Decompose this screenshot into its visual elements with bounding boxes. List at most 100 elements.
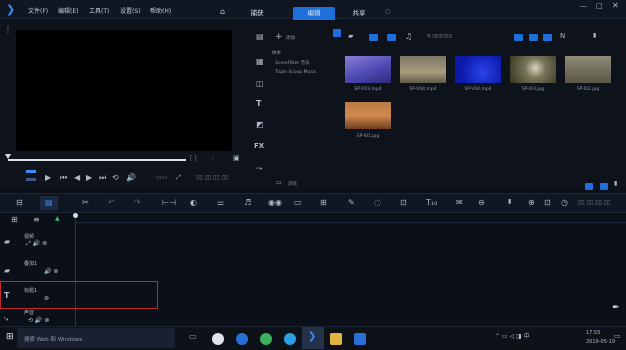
- title-track-mute-icon[interactable]: ⊗: [44, 296, 49, 302]
- menu-tools[interactable]: 工具(T): [89, 6, 109, 15]
- next-frame-icon[interactable]: ▶︎: [86, 174, 92, 182]
- show-photos-button[interactable]: [387, 34, 396, 41]
- time-remap-icon[interactable]: ◌: [374, 199, 381, 207]
- taskbar-date[interactable]: 2019-05-19: [586, 339, 615, 345]
- library-panel-toggle-2[interactable]: [600, 183, 608, 190]
- home-frame-icon[interactable]: ⏮: [60, 174, 67, 182]
- mark-in-icon[interactable]: [ ]: [190, 156, 197, 162]
- taskbar-search-placeholder[interactable]: 搜索 Web 和 Windows: [24, 335, 82, 343]
- subtitle-editor-icon[interactable]: ▭: [294, 199, 302, 207]
- snapshot-icon[interactable]: ▣: [233, 155, 240, 162]
- app-blue-icon[interactable]: [354, 333, 366, 345]
- file-explorer-icon[interactable]: [330, 333, 342, 345]
- project-clip-selector[interactable]: [26, 170, 36, 173]
- preview-window[interactable]: [16, 30, 232, 151]
- zoom-out-icon[interactable]: ⊖: [478, 199, 485, 207]
- lightbulb-icon[interactable]: ○: [385, 8, 390, 15]
- library-options-icon[interactable]: ▮: [593, 33, 596, 39]
- media-thumbnail[interactable]: [400, 56, 446, 83]
- video-track-mute-icon[interactable]: ⤢ 🔊 ⊗: [26, 241, 47, 247]
- tab-capture[interactable]: 捕获: [237, 7, 277, 20]
- home-icon[interactable]: ⌂: [220, 7, 225, 16]
- instant-project-icon[interactable]: ▦: [256, 58, 264, 66]
- menu-file[interactable]: 文件(F): [28, 6, 48, 15]
- import-media-icon[interactable]: ▰: [348, 33, 353, 40]
- sort-name-icon[interactable]: N: [560, 33, 565, 40]
- library-options-small-icon[interactable]: ▮: [614, 181, 617, 187]
- library-panel-toggle[interactable]: [585, 183, 593, 190]
- task-view-icon[interactable]: ▭: [189, 333, 197, 341]
- multi-camera-icon[interactable]: ⊞: [320, 199, 327, 207]
- add-folder-icon[interactable]: +: [275, 33, 283, 42]
- end-frame-icon[interactable]: ⏭: [99, 174, 106, 182]
- edge-icon[interactable]: [284, 333, 296, 345]
- browse-label[interactable]: 浏览: [288, 181, 297, 187]
- speed-icon[interactable]: T₁₀: [426, 199, 437, 207]
- split-icon[interactable]: ⋮: [210, 156, 216, 162]
- folder-item-samples[interactable]: 样本: [272, 50, 281, 56]
- tools-icon[interactable]: ✂: [82, 199, 89, 207]
- pen-icon[interactable]: ✒: [612, 304, 620, 313]
- system-tray-icons[interactable]: ⌃ ▭ ◁ ◨ 中: [495, 334, 530, 340]
- tab-share[interactable]: 共享: [343, 7, 375, 20]
- taskbar-time[interactable]: 17:55: [586, 330, 600, 336]
- auto-music-icon[interactable]: ♬: [244, 199, 251, 207]
- path-icon[interactable]: ⤳: [256, 165, 262, 173]
- add-label[interactable]: 添加: [286, 35, 295, 41]
- timeline-ruler[interactable]: [75, 213, 626, 223]
- media-library-icon[interactable]: ▤: [256, 33, 264, 41]
- menu-settings[interactable]: 设置(S): [120, 6, 141, 15]
- media-thumbnail[interactable]: [455, 56, 501, 83]
- list-view-button[interactable]: [514, 34, 523, 41]
- fx-icon[interactable]: FX: [254, 143, 264, 150]
- close-icon[interactable]: ✕: [612, 1, 619, 10]
- pan-zoom-icon[interactable]: ⊡: [400, 199, 407, 207]
- browse-icon[interactable]: ▭: [276, 180, 282, 186]
- voice-track-mute-icon[interactable]: ⟲ 🔊 ⊗: [28, 318, 49, 324]
- start-icon[interactable]: ⊞: [6, 333, 14, 342]
- large-thumb-button[interactable]: [543, 34, 552, 41]
- timecode-display[interactable]: ▯▯ ▯▯ ▯▯ ▯▯: [196, 175, 228, 181]
- ripple-edit-icon[interactable]: ▲: [55, 216, 60, 222]
- enlarge-icon[interactable]: ⤢: [176, 175, 181, 181]
- replace-mode-icon[interactable]: ✉: [456, 199, 463, 207]
- folder-item-triple-scoop[interactable]: Triple Scoop Music: [275, 70, 316, 75]
- notification-icon[interactable]: ▭: [614, 333, 621, 340]
- media-player-icon[interactable]: [212, 333, 224, 345]
- chapter-icon[interactable]: ≡: [33, 216, 40, 224]
- play-icon[interactable]: ▶: [45, 174, 51, 182]
- motion-tracking-icon[interactable]: ◉◉: [268, 199, 282, 207]
- graphics-icon[interactable]: ◩: [256, 121, 264, 129]
- browser-green-icon[interactable]: [260, 333, 272, 345]
- zoom-slider-handle[interactable]: ▮: [508, 199, 511, 205]
- project-duration-icon[interactable]: ◷: [561, 199, 568, 207]
- storyboard-view-icon[interactable]: ⊟: [16, 199, 23, 207]
- tab-edit[interactable]: 编辑: [293, 7, 335, 20]
- restore-icon[interactable]: □: [596, 2, 603, 10]
- sound-mixer-icon[interactable]: ⚌: [217, 199, 224, 207]
- library-tab-marker[interactable]: [333, 29, 341, 37]
- media-thumbnail[interactable]: [510, 56, 556, 83]
- prev-frame-icon[interactable]: ◀︎: [74, 174, 80, 182]
- volume-icon[interactable]: 🔊: [126, 174, 136, 182]
- project-clip-selector-2[interactable]: [26, 178, 36, 181]
- title-icon[interactable]: T: [256, 100, 261, 108]
- sort-dropdown[interactable]: ⇆ ▯▯▯▯▯▯▯▯: [427, 34, 487, 40]
- minimize-icon[interactable]: —: [580, 2, 587, 10]
- menu-edit[interactable]: 编辑(E): [58, 6, 78, 15]
- media-thumbnail[interactable]: [345, 56, 391, 83]
- scrubber-handle[interactable]: [5, 154, 11, 159]
- folder-item-scorefitter[interactable]: ScoreFitter 音乐: [275, 60, 310, 66]
- undo-icon[interactable]: ↶: [108, 199, 115, 207]
- overlay-track-mute-icon[interactable]: 🔊 ⊗: [44, 269, 58, 275]
- menu-help[interactable]: 帮助(H): [150, 6, 171, 15]
- record-capture-icon[interactable]: ◐: [190, 199, 197, 207]
- ratio-icon[interactable]: ▭▭: [156, 175, 167, 181]
- split-clip-icon[interactable]: ⊢⊣: [162, 199, 176, 207]
- media-thumbnail[interactable]: [565, 56, 611, 83]
- thumb-view-button[interactable]: [529, 34, 538, 41]
- scrubber-track[interactable]: [8, 159, 186, 161]
- app-k-icon[interactable]: [236, 333, 248, 345]
- repeat-icon[interactable]: ⟲: [112, 174, 119, 182]
- fit-project-icon[interactable]: ⊡: [544, 199, 551, 207]
